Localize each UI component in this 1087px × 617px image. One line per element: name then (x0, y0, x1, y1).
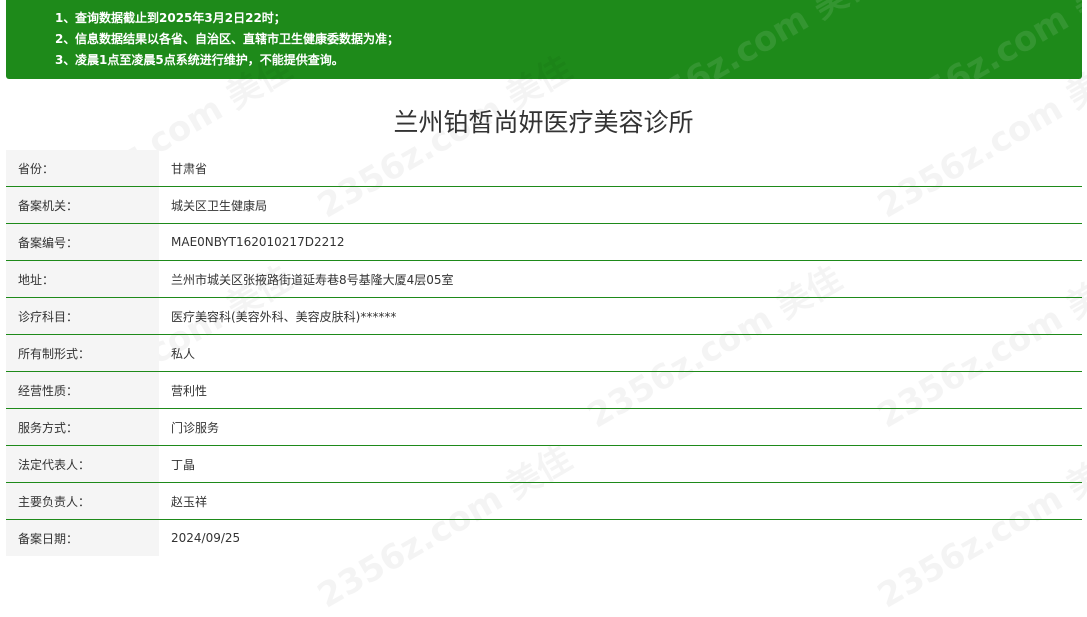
field-value: 私人 (159, 334, 1082, 372)
field-label: 备案日期： (6, 519, 159, 556)
record-table: 省份： 甘肃省 备案机关： 城关区卫生健康局 备案编号： MAE0NBYT162010… (6, 150, 1082, 556)
field-label: 所有制形式： (6, 334, 159, 372)
field-label: 省份： (6, 150, 159, 187)
table-row: 服务方式： 门诊服务 (6, 408, 1082, 446)
table-row: 主要负责人： 赵玉祥 (6, 482, 1082, 520)
field-value: 营利性 (159, 371, 1082, 409)
field-value: 门诊服务 (159, 408, 1082, 446)
table-row: 法定代表人： 丁晶 (6, 445, 1082, 483)
field-value: 2024/09/25 (171, 531, 241, 545)
notice-item: 1、查询数据截止到2025年3月2日22时； (55, 11, 286, 25)
notice-list: 1、查询数据截止到2025年3月2日22时； 2、信息数据结果以各省、自治区、直… (6, 0, 1082, 71)
field-label: 法定代表人： (6, 445, 159, 483)
table-row: 省份： 甘肃省 (6, 150, 1082, 187)
field-value: 城关区卫生健康局 (159, 186, 1082, 224)
field-label: 服务方式： (6, 408, 159, 446)
field-label: 备案编号： (6, 223, 159, 261)
table-row: 备案机关： 城关区卫生健康局 (6, 186, 1082, 224)
field-value: 兰州市城关区张掖路街道延寿巷8号基隆大厦4层05室 (159, 260, 1082, 298)
table-row: 地址： 兰州市城关区张掖路街道延寿巷8号基隆大厦4层05室 (6, 260, 1082, 298)
page-title: 兰州铂皙尚妍医疗美容诊所 (393, 108, 694, 137)
field-label: 诊疗科目： (6, 297, 159, 335)
field-value: 赵玉祥 (159, 482, 1082, 520)
field-label: 主要负责人： (6, 482, 159, 520)
table-row: 所有制形式： 私人 (6, 334, 1082, 372)
field-value: 医疗美容科(美容外科、美容皮肤科)****** (159, 297, 1082, 335)
field-value: 甘肃省 (159, 150, 1082, 187)
table-row: 备案日期： 2024/09/25 (6, 519, 1082, 556)
notice-item: 2、信息数据结果以各省、自治区、直辖市卫生健康委数据为准； (55, 32, 400, 46)
table-row: 诊疗科目： 医疗美容科(美容外科、美容皮肤科)****** (6, 297, 1082, 335)
notice-item: 3、凌晨1点至凌晨5点系统进行维护，不能提供查询。 (55, 53, 344, 67)
field-value: 丁晶 (159, 445, 1082, 483)
field-label: 经营性质： (6, 371, 159, 409)
field-label: 地址： (6, 260, 159, 298)
table-row: 经营性质： 营利性 (6, 371, 1082, 409)
field-value: MAE0NBYT162010217D2212 (159, 223, 1082, 261)
table-row: 备案编号： MAE0NBYT162010217D2212 (6, 223, 1082, 261)
field-label: 备案机关： (6, 186, 159, 224)
notice-banner: 1、查询数据截止到2025年3月2日22时； 2、信息数据结果以各省、自治区、直… (6, 0, 1087, 136)
